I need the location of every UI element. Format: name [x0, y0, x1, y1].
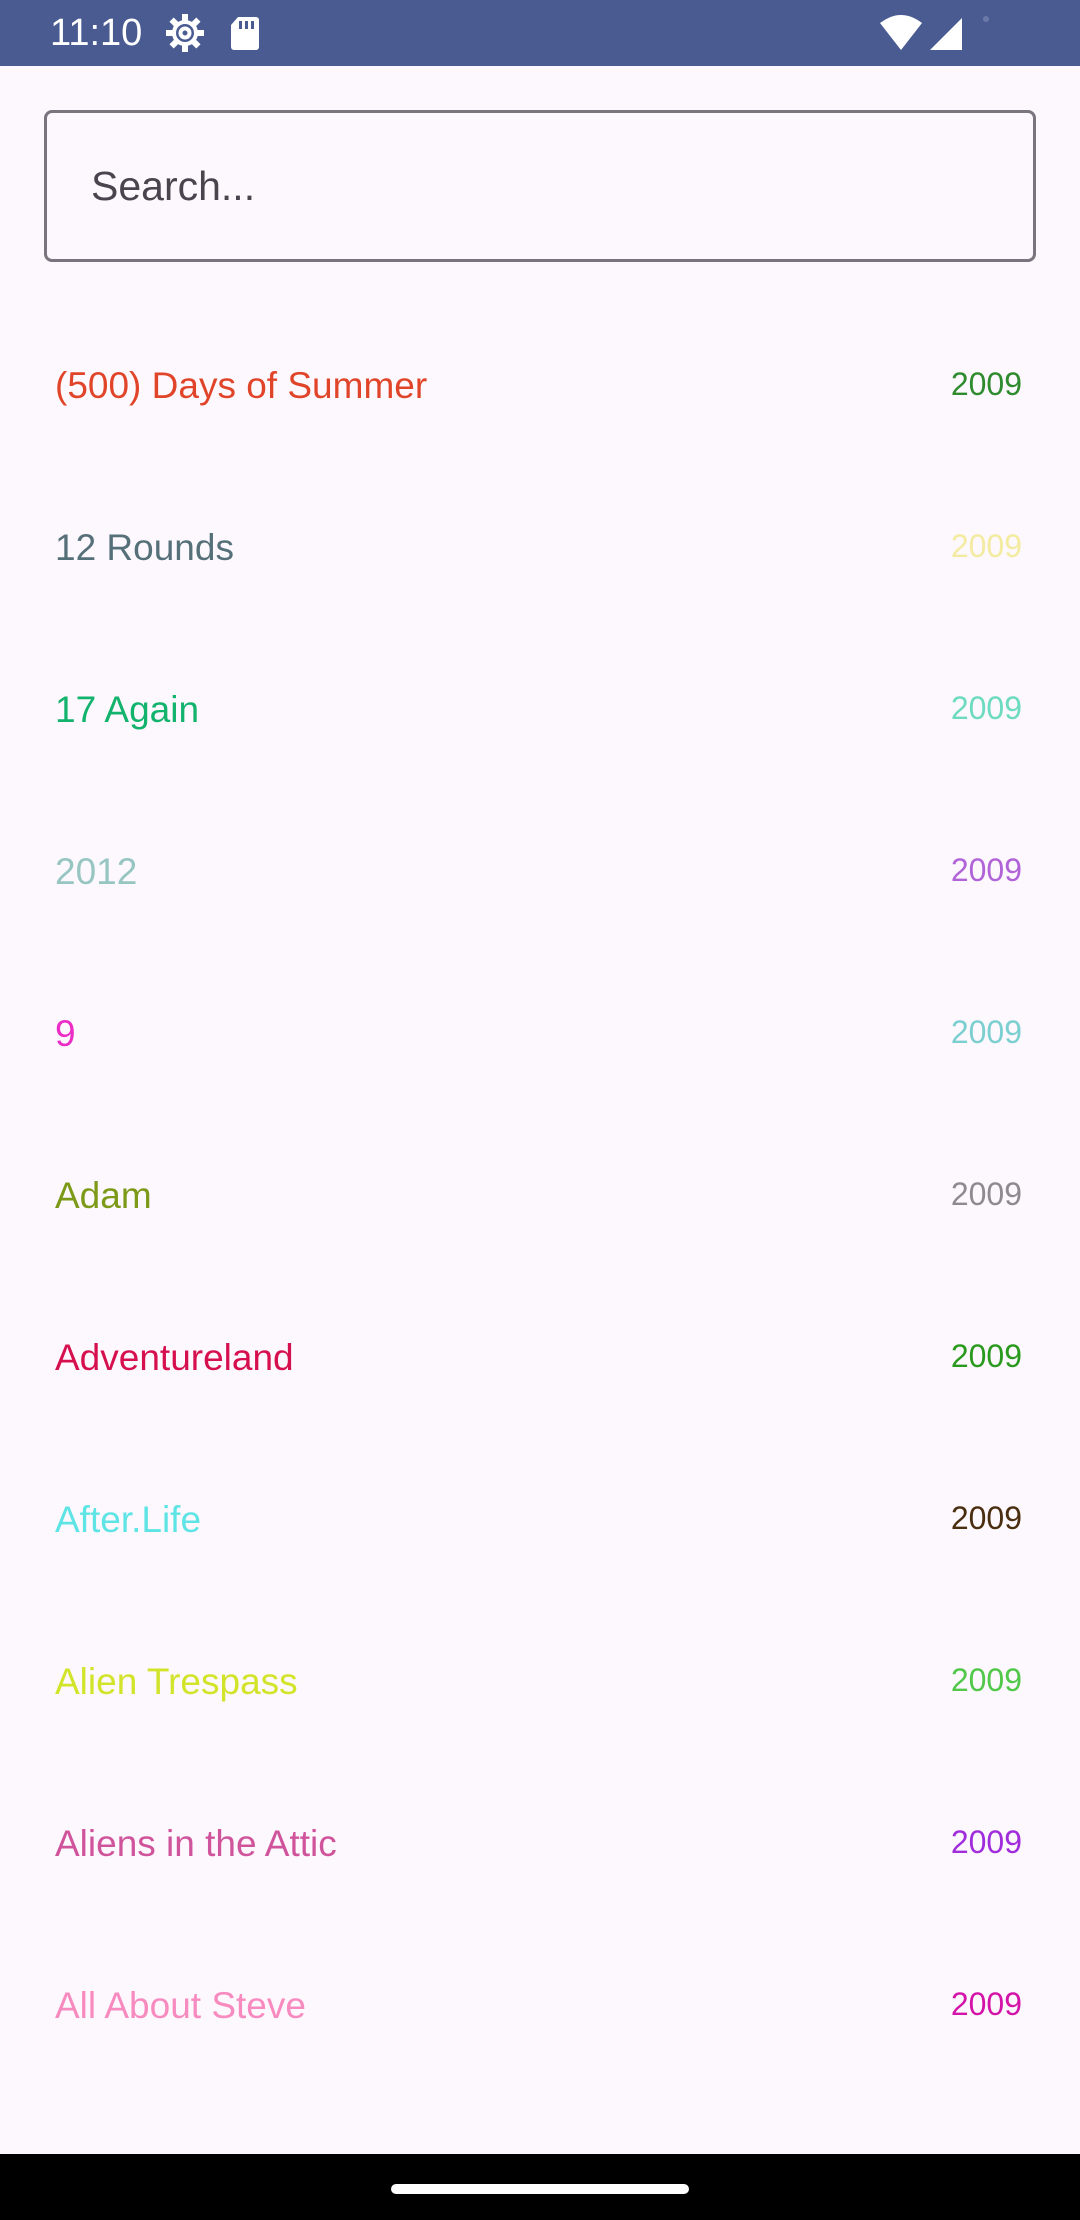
movie-title: Adventureland: [55, 1337, 294, 1378]
movie-year: 2009: [950, 1014, 1022, 1050]
movie-year: 2009: [950, 1176, 1022, 1212]
movie-title: 9: [55, 1013, 76, 1054]
movie-year: 2009: [950, 1662, 1022, 1698]
movie-year: 2009: [950, 1986, 1022, 2022]
movie-title: Alien Trespass: [55, 1661, 298, 1702]
movie-title: (500) Days of Summer: [55, 365, 428, 406]
movie-row[interactable]: After.Life 2009: [0, 1434, 1080, 1596]
status-time: 11:10: [50, 12, 143, 54]
movie-row[interactable]: 12 Rounds 2009: [0, 462, 1080, 624]
notification-dot-icon: [978, 10, 1024, 56]
movie-row[interactable]: 17 Again 2009: [0, 624, 1080, 786]
movie-year: 2009: [950, 366, 1022, 402]
status-bar: 11:10: [0, 0, 1080, 66]
wifi-icon: [878, 10, 924, 56]
settings-gear-icon: [162, 10, 208, 56]
movie-row[interactable]: Adam 2009: [0, 1110, 1080, 1272]
movie-row[interactable]: Adventureland 2009: [0, 1272, 1080, 1434]
movie-title: 2012: [55, 851, 138, 892]
home-indicator[interactable]: [391, 2184, 689, 2194]
movie-row[interactable]: Aliens in the Attic 2009: [0, 1758, 1080, 1920]
movie-year: 2009: [950, 528, 1022, 564]
movie-row[interactable]: Alien Trespass 2009: [0, 1596, 1080, 1758]
movie-title: 12 Rounds: [55, 527, 234, 568]
movie-title: Aliens in the Attic: [55, 1823, 337, 1864]
search-input[interactable]: [47, 113, 1033, 259]
movie-title: 17 Again: [55, 689, 200, 730]
navigation-bar: [0, 2154, 1080, 2220]
cellular-signal-icon: [926, 10, 972, 56]
movie-row[interactable]: All About Steve 2009: [0, 1920, 1080, 2082]
search-box[interactable]: [44, 110, 1036, 262]
movie-title: All About Steve: [55, 1985, 306, 2026]
movie-year: 2009: [950, 1338, 1022, 1374]
movie-row[interactable]: 2012 2009: [0, 786, 1080, 948]
movie-year: 2009: [950, 1500, 1022, 1536]
sd-card-icon: [222, 10, 268, 56]
movie-title: After.Life: [55, 1499, 202, 1540]
movie-year: 2009: [950, 1824, 1022, 1860]
movie-row[interactable]: 9 2009: [0, 948, 1080, 1110]
movie-year: 2009: [950, 690, 1022, 726]
movie-row[interactable]: (500) Days of Summer 2009: [0, 300, 1080, 462]
movie-list[interactable]: (500) Days of Summer 2009 12 Rounds 2009…: [0, 300, 1080, 2082]
movie-title: Adam: [55, 1175, 152, 1216]
movie-year: 2009: [950, 852, 1022, 888]
